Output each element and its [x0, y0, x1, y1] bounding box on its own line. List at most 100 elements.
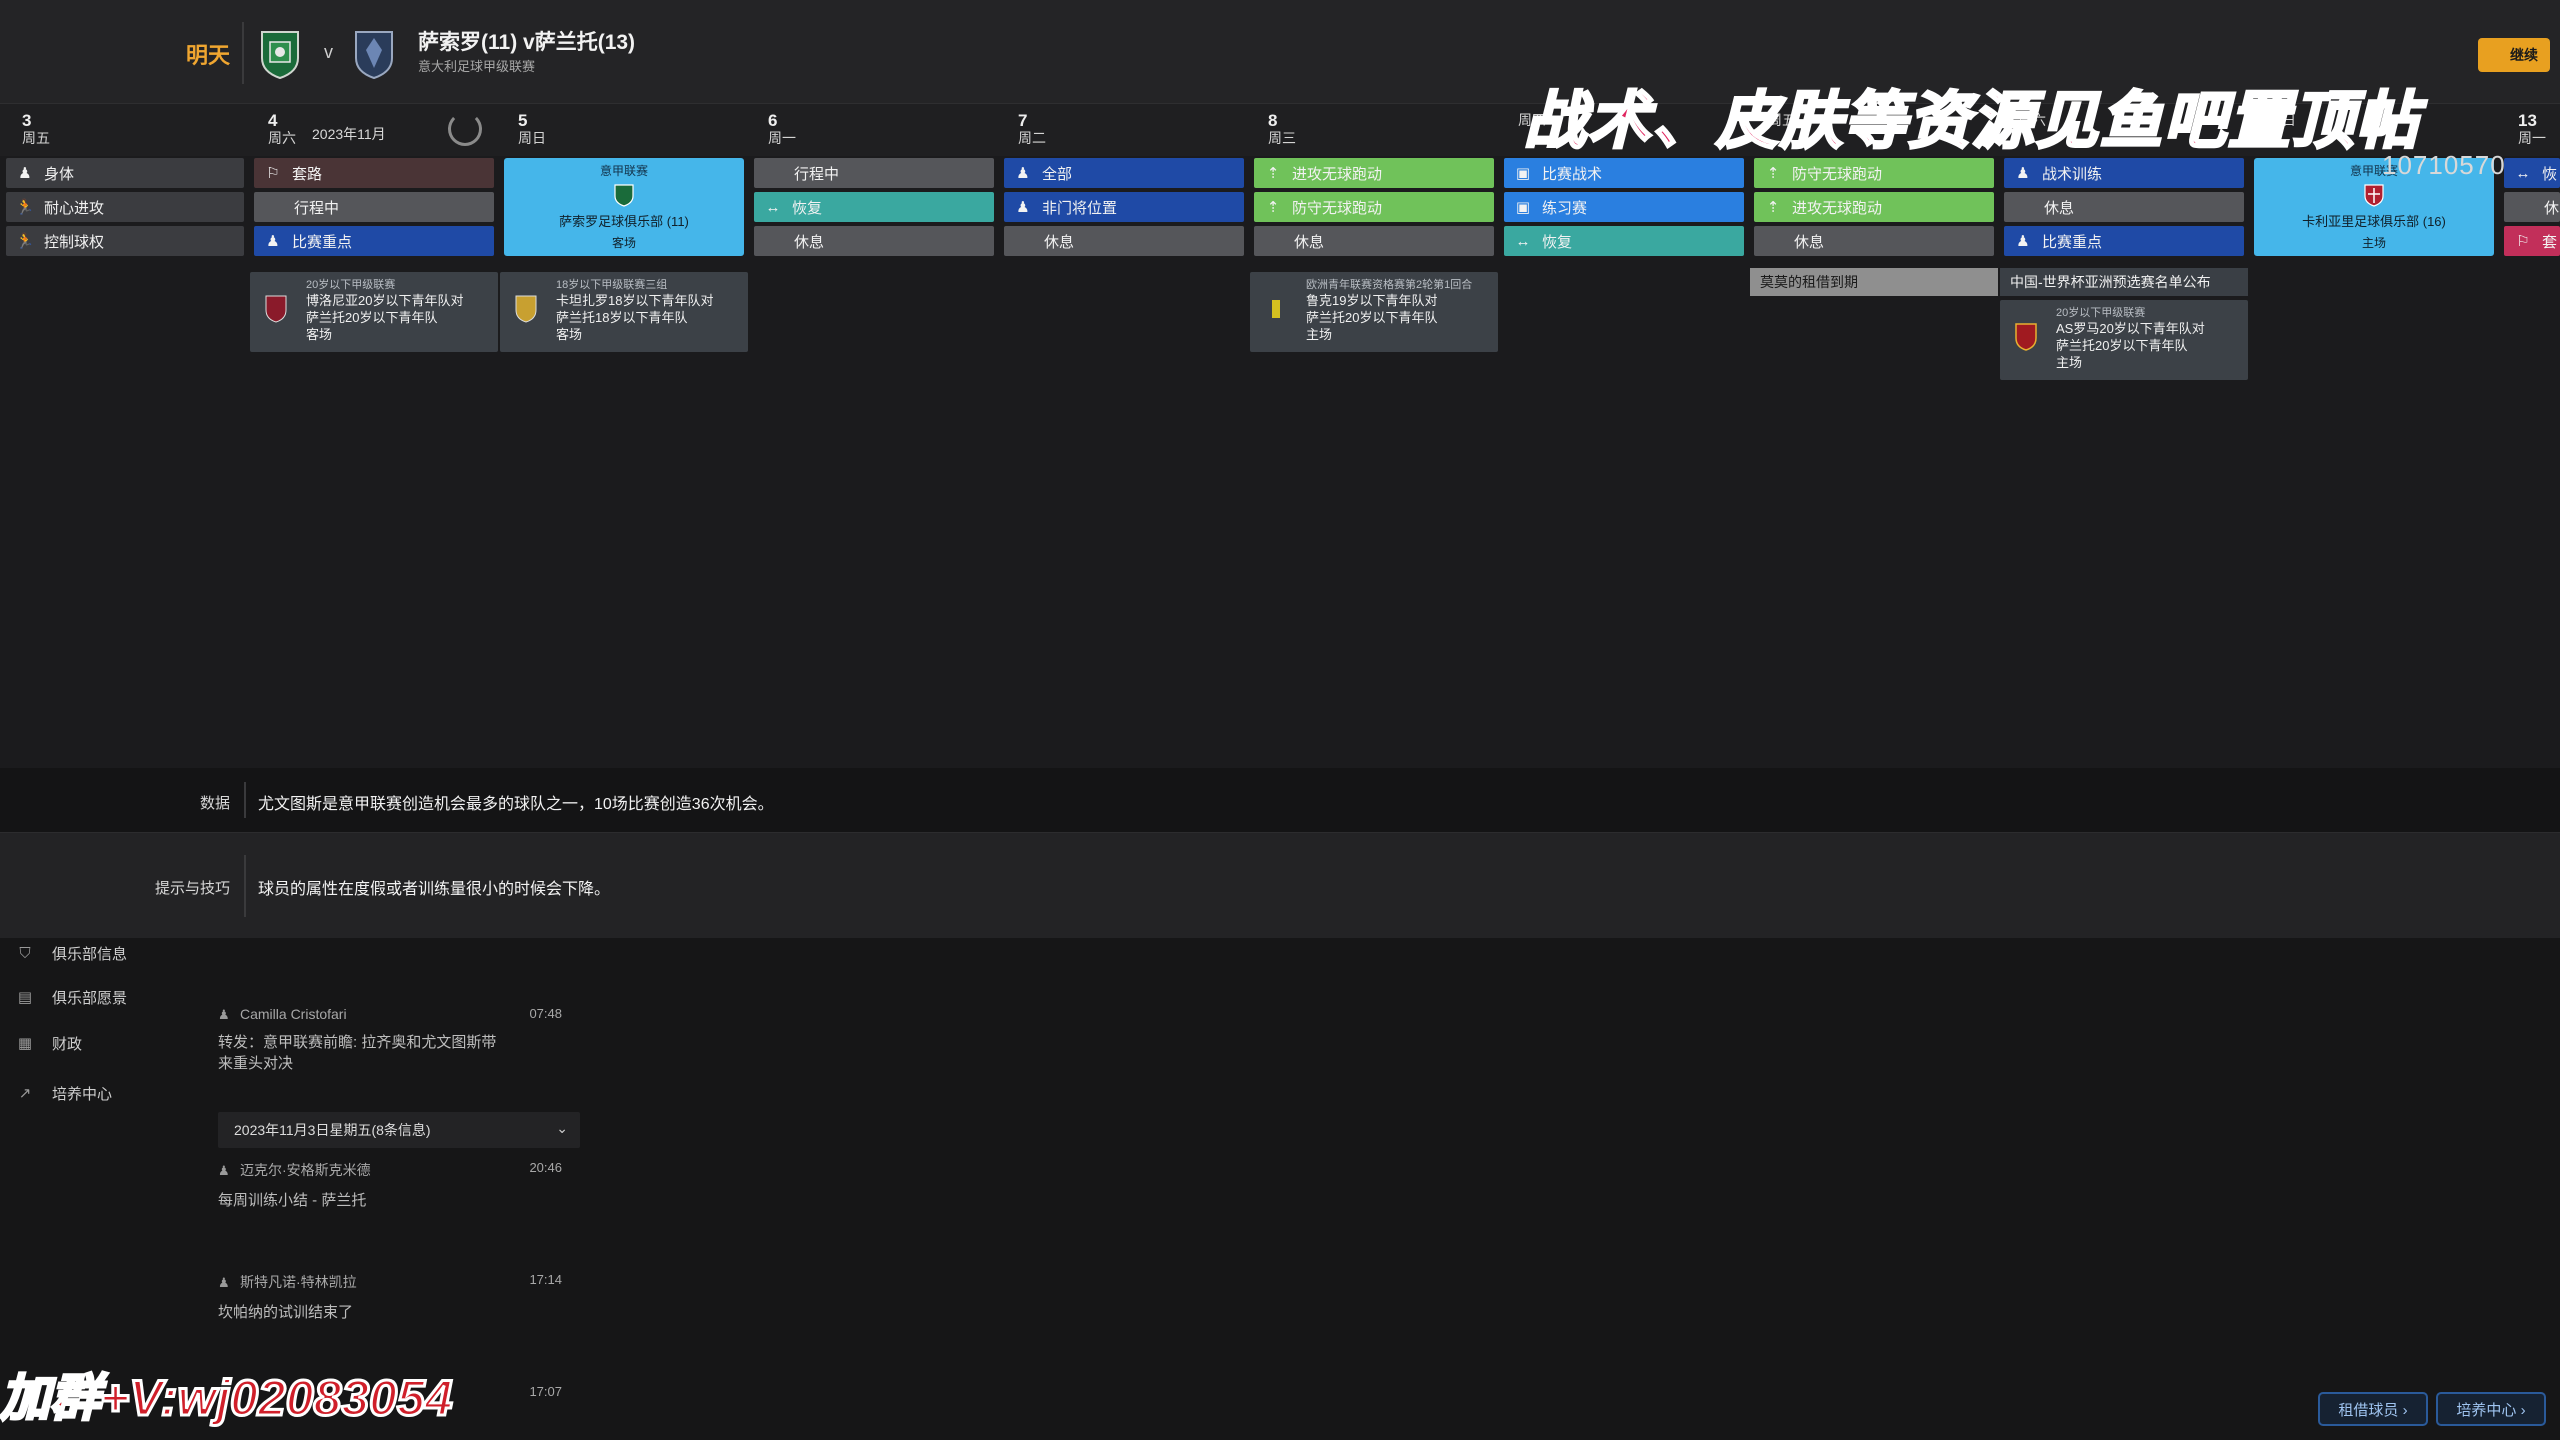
training-session[interactable]: 休息 — [1754, 226, 1994, 256]
training-session[interactable]: 休 — [2504, 192, 2560, 222]
training-session[interactable]: ♟ 战术训练 — [2004, 158, 2244, 188]
match-competition: 意甲联赛 — [599, 164, 648, 178]
movement-icon: ⇡ — [1766, 165, 1780, 182]
message-group-header[interactable]: 2023年11月3日星期五(8条信息) ⌄ — [218, 1112, 580, 1148]
sidebar-item-finances[interactable]: ▦ 财政 — [14, 1028, 82, 1058]
day-header[interactable]: 3 周五 — [22, 112, 50, 147]
training-session[interactable]: 🏃 耐心进攻 — [6, 192, 244, 222]
match-fixture[interactable]: 意甲联赛 萨索罗足球俱乐部 (11) 客场 — [504, 158, 744, 256]
match-title[interactable]: 萨索罗(11) v萨兰托(13) — [418, 26, 635, 56]
inbox-message[interactable]: ♟ Camilla Cristofari 07:48 转发：意甲联赛前瞻: 拉齐奥… — [218, 1006, 580, 1074]
tomorrow-label: 明天 — [186, 43, 231, 68]
training-session[interactable]: 行程中 — [254, 192, 494, 222]
sidebar-item-development-centre[interactable]: ↗ 培养中心 — [14, 1078, 112, 1108]
inbox-message[interactable]: ♟ 迈克尔·安格斯克米德 20:46 每周训练小结 - 萨兰托 — [218, 1160, 580, 1211]
stream-room-id: 10710570 — [2382, 150, 2506, 180]
divider — [242, 22, 244, 84]
trend-icon: ↗ — [18, 1085, 32, 1102]
day-header[interactable]: 8 周三 — [1268, 112, 1296, 147]
loan-expiry-note[interactable]: 莫莫的租借到期 — [1750, 268, 1998, 296]
running-icon: 🏃 — [15, 199, 35, 216]
data-fact-text: 尤文图斯是意甲联赛创造机会最多的球队之一，10场比赛创造36次机会。 — [258, 796, 774, 813]
youth-fixture[interactable]: 欧洲青年联赛资格赛第2轮第1回合 鲁克19岁以下青年队对 萨兰托20岁以下青年队… — [1250, 272, 1498, 352]
training-session[interactable]: ♟ 全部 — [1004, 158, 1244, 188]
training-session[interactable]: ⇡ 防守无球跑动 — [1254, 192, 1494, 222]
training-session[interactable]: ↔ 恢复 — [754, 192, 994, 222]
loan-players-button[interactable]: 租借球员 › — [2318, 1392, 2428, 1426]
day-header[interactable]: 7 周二 — [1018, 112, 1046, 147]
training-session[interactable]: 休息 — [1254, 226, 1494, 256]
day-header[interactable]: 6 周一 — [768, 112, 796, 147]
person-icon: ♟ — [1016, 165, 1030, 182]
training-session[interactable]: ▣ 比赛战术 — [1504, 158, 1744, 188]
home-team-crest-icon[interactable] — [258, 28, 302, 80]
team-crest-icon — [1272, 300, 1280, 318]
training-session[interactable]: 🏃 控制球权 — [6, 226, 244, 256]
day-header[interactable]: 13 周一 — [2518, 112, 2546, 147]
training-session[interactable]: ⇡ 进攻无球跑动 — [1254, 158, 1494, 188]
youth-fixture[interactable]: 20岁以下甲级联赛 博洛尼亚20岁以下青年队对 萨兰托20岁以下青年队 客场 — [250, 272, 498, 352]
recovery-icon: ↔ — [2515, 164, 2531, 182]
person-icon: ♟ — [218, 1163, 230, 1178]
team-crest-icon — [265, 295, 287, 323]
finance-icon: ▦ — [17, 1035, 33, 1052]
sidebar-item-club-info[interactable]: ⛉ 俱乐部信息 — [14, 938, 127, 968]
message-sender: 斯特凡诺·特林凯拉 — [240, 1274, 357, 1290]
training-session[interactable]: 休息 — [1004, 226, 1244, 256]
match-opponent: 萨索罗足球俱乐部 (11) — [559, 214, 689, 229]
match-opponent: 卡利亚里足球俱乐部 (16) — [2302, 214, 2446, 229]
training-session[interactable]: ♟ 比赛重点 — [254, 226, 494, 256]
training-session[interactable]: ♟ 非门将位置 — [1004, 192, 1244, 222]
message-sender: Camilla Cristofari — [240, 1006, 347, 1022]
training-session[interactable]: ↔ 恢复 — [1504, 226, 1744, 256]
recovery-icon: ↔ — [765, 198, 781, 216]
tactics-board-icon: ▣ — [1515, 199, 1531, 216]
training-session[interactable]: ⇡ 进攻无球跑动 — [1754, 192, 1994, 222]
day-header[interactable]: 5 周日 — [518, 112, 546, 147]
training-session[interactable]: ♟ 比赛重点 — [2004, 226, 2244, 256]
message-sender: 迈克尔·安格斯克米德 — [240, 1162, 371, 1178]
chevron-down-icon: ⌄ — [556, 1120, 568, 1136]
person-icon: ♟ — [2016, 233, 2030, 250]
training-session[interactable]: 休息 — [2004, 192, 2244, 222]
person-icon: ♟ — [1016, 199, 1030, 216]
squad-announcement-note[interactable]: 中国-世界杯亚洲预选赛名单公布 — [2000, 268, 2248, 296]
away-team-crest-icon[interactable] — [352, 28, 396, 80]
movement-icon: ⇡ — [1766, 199, 1780, 216]
training-calendar: ♟ 身体 🏃 耐心进攻 🏃 控制球权 ⚐ 套路 行程中 ♟ 比赛重点 意甲联赛 萨索罗足球… — [0, 156, 2560, 768]
message-time: 20:46 — [529, 1160, 562, 1175]
fm-calendar-screen: 明天 v 萨索罗(11) v萨兰托(13) 意大利足球甲级联赛 继续 3 周五 4… — [0, 0, 2560, 1440]
training-session[interactable]: ▣ 练习赛 — [1504, 192, 1744, 222]
inbox-message[interactable]: ♟ 斯特凡诺·特林凯拉 17:14 坎帕纳的试训结束了 — [218, 1272, 580, 1323]
briefcase-icon: ▤ — [17, 989, 33, 1006]
training-session[interactable]: ⇡ 防守无球跑动 — [1754, 158, 1994, 188]
youth-fixture[interactable]: 20岁以下甲级联赛 AS罗马20岁以下青年队对 萨兰托20岁以下青年队 主场 — [2000, 300, 2248, 380]
match-venue: 主场 — [2361, 236, 2386, 250]
development-centre-button[interactable]: 培养中心 › — [2436, 1392, 2546, 1426]
tips-bar: 提示与技巧 球员的属性在度假或者训练量很小的时候会下降。 — [0, 832, 2560, 938]
day-header[interactable]: 4 周六 — [268, 112, 296, 147]
youth-fixture[interactable]: 18岁以下甲级联赛三组 卡坦扎罗18岁以下青年队对 萨兰托18岁以下青年队 客场 — [500, 272, 748, 352]
message-time: 17:14 — [529, 1272, 562, 1287]
team-crest-icon — [2364, 184, 2384, 207]
training-session[interactable]: ↔ 恢 — [2504, 158, 2560, 188]
person-icon: ♟ — [266, 233, 280, 250]
person-icon: ♟ — [218, 1007, 230, 1022]
training-session[interactable]: ⚐ 套 — [2504, 226, 2560, 256]
recovery-icon: ↔ — [1515, 232, 1531, 250]
training-session[interactable]: 行程中 — [754, 158, 994, 188]
training-session[interactable]: 休息 — [754, 226, 994, 256]
running-icon: 🏃 — [15, 233, 35, 250]
training-session[interactable]: ♟ 身体 — [6, 158, 244, 188]
message-time: 07:48 — [529, 1006, 562, 1021]
person-icon: ♟ — [218, 1275, 230, 1290]
month-label: 2023年11月 — [312, 126, 386, 142]
training-session[interactable]: ⚐ 套路 — [254, 158, 494, 188]
team-crest-icon — [2015, 323, 2037, 351]
continue-button[interactable]: 继续 — [2478, 38, 2550, 72]
tips-label: 提示与技巧 — [154, 880, 230, 897]
set-piece-icon: ⚐ — [2516, 233, 2530, 250]
person-icon: ♟ — [2016, 165, 2030, 182]
tactics-board-icon: ▣ — [1515, 165, 1531, 182]
sidebar-item-club-vision[interactable]: ▤ 俱乐部愿景 — [14, 982, 127, 1012]
